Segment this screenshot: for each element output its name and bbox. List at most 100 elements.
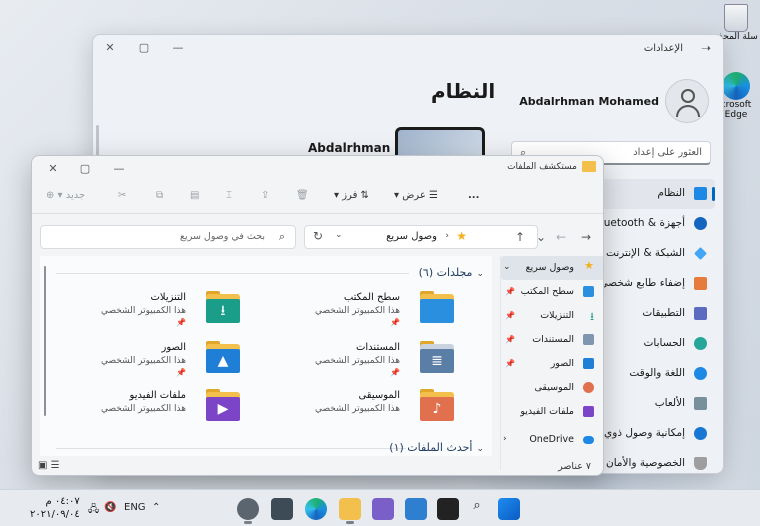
forward-arrow-icon[interactable]: ← xyxy=(556,230,566,244)
music-icon xyxy=(583,382,594,393)
back-arrow-icon[interactable]: → xyxy=(581,230,591,244)
person-icon xyxy=(681,89,695,103)
folder-tile-videos[interactable]: ▶ ملفات الفيديو هذا الكمبيوتر الشخصي xyxy=(50,386,250,428)
minimize-icon[interactable]: — xyxy=(169,40,187,56)
sidebar-item-onedrive[interactable]: › OneDrive xyxy=(501,428,603,452)
view-toggle[interactable]: ▣ ☰ xyxy=(38,460,60,471)
download-icon: ⭳ xyxy=(590,310,594,323)
folders-header-text: مجلدات (٦) xyxy=(418,266,473,279)
folder-tile-downloads[interactable]: ⭳ التنزيلات هذا الكمبيوتر الشخصي 📌 xyxy=(50,288,250,330)
sidebar-item-desktop[interactable]: 📌 سطح المكتب xyxy=(501,280,603,304)
widgets-icon[interactable] xyxy=(405,498,427,520)
picture-icon xyxy=(583,358,594,369)
back-arrow-icon[interactable]: ➝ xyxy=(701,41,711,55)
folder-name: الصور xyxy=(161,342,187,353)
sidebar-item-pictures[interactable]: 📌 الصور xyxy=(501,352,603,376)
pin-icon: 📌 xyxy=(390,318,400,327)
settings-titlebar[interactable]: ✕ ▢ — الإعدادات ➝ xyxy=(93,35,723,61)
folder-tile-documents[interactable]: ≣ المستندات هذا الكمبيوتر الشخصي 📌 xyxy=(264,338,464,380)
folder-tile-music[interactable]: ♪ الموسيقى هذا الكمبيوتر الشخصي xyxy=(264,386,464,428)
paste-icon[interactable]: ▤ xyxy=(190,190,199,201)
person-icon-body xyxy=(676,105,700,117)
store-icon[interactable] xyxy=(271,498,293,520)
recycle-bin-icon xyxy=(724,4,748,32)
system-icon xyxy=(694,187,707,200)
search-icon: ⌕ xyxy=(278,230,285,243)
copy-icon[interactable]: ⧉ xyxy=(156,190,163,201)
sidebar-item-downloads[interactable]: 📌 ⭳ التنزيلات xyxy=(501,304,603,328)
settings-icon[interactable] xyxy=(237,498,259,520)
maximize-icon[interactable]: ▢ xyxy=(135,40,153,56)
chevron-down-icon: ▾ xyxy=(334,190,340,201)
close-icon[interactable]: ✕ xyxy=(44,161,62,177)
content-scrollbar[interactable] xyxy=(44,266,46,416)
folders-section-header[interactable]: مجلدات (٦) ⌄ xyxy=(419,266,484,279)
nav-label: الشبكة & الإنترنت xyxy=(606,247,685,259)
refresh-icon[interactable]: ↻ xyxy=(313,229,323,243)
device-name: Abdalrhman xyxy=(308,141,391,155)
folder-location: هذا الكمبيوتر الشخصي xyxy=(100,356,186,366)
edge-icon[interactable] xyxy=(305,498,327,520)
network-icon[interactable]: 🖧 xyxy=(88,502,99,519)
explorer-content: مجلدات (٦) ⌄ سطح المكتب هذا الكمبيوتر الش… xyxy=(40,256,492,456)
close-icon[interactable]: ✕ xyxy=(101,40,119,56)
more-options-button[interactable]: ... xyxy=(468,190,479,201)
running-indicator xyxy=(346,521,354,524)
taskbar: ٠٤:٠٧ م ٢٠٢١/٠٩/٠٤ 🖧 🔇 ENG ⌃ ⌕ xyxy=(0,489,760,526)
explorer-icon[interactable] xyxy=(339,498,361,520)
file-explorer-window: ✕ ▢ — مستكشف الملفات ⊕ ▾ جديد ✂ ⧉ ▤ ⌶ ⇪ … xyxy=(31,155,604,476)
folder-tile-desktop[interactable]: سطح المكتب هذا الكمبيوتر الشخصي 📌 xyxy=(264,288,464,330)
rename-icon[interactable]: ⌶ xyxy=(226,190,232,201)
nav-label: الحسابات xyxy=(643,337,685,349)
volume-icon[interactable]: 🔇 xyxy=(104,502,116,513)
explorer-titlebar[interactable]: ✕ ▢ — مستكشف الملفات xyxy=(32,156,603,180)
chevron-down-icon[interactable]: ⌄ xyxy=(335,230,343,240)
explorer-sidebar: ⌄ ★ وصول سريع 📌 سطح المكتب 📌 ⭳ التنزيلات 📌 الم… xyxy=(500,256,603,470)
start-icon[interactable] xyxy=(498,498,520,520)
chevron-up-icon[interactable]: ⌃ xyxy=(152,502,160,513)
tiles-view-icon[interactable]: ▣ xyxy=(38,460,47,471)
share-icon[interactable]: ⇪ xyxy=(261,190,269,201)
view-button[interactable]: ▾ عرض ☰ xyxy=(394,190,438,201)
recent-section-header[interactable]: أحدث الملفات (١) ⌄ xyxy=(389,441,484,454)
pin-icon: 📌 xyxy=(505,335,515,344)
minimize-icon[interactable]: — xyxy=(110,161,128,177)
running-indicator xyxy=(244,521,252,524)
desktop-folder-icon xyxy=(420,291,454,325)
globe-clock-icon xyxy=(694,367,707,380)
sidebar-item-music[interactable]: الموسيقى xyxy=(501,376,603,400)
sidebar-label: الموسيقى xyxy=(534,382,574,393)
nav-label: الألعاب xyxy=(654,397,685,409)
user-name: Abdalrhman Mohamed xyxy=(519,95,659,108)
up-arrow-icon[interactable]: ↑ xyxy=(515,230,525,244)
page-title: النظام xyxy=(431,79,496,103)
cut-icon[interactable]: ✂ xyxy=(118,190,126,201)
details-view-icon[interactable]: ☰ xyxy=(51,460,60,471)
nav-label: إمكانية وصول ذوي xyxy=(604,427,685,439)
avatar[interactable] xyxy=(665,79,709,123)
sidebar-item-videos[interactable]: ملفات الفيديو xyxy=(501,400,603,424)
new-button[interactable]: ⊕ ▾ جديد xyxy=(46,190,85,201)
nav-label: اللغة والوقت xyxy=(629,367,685,379)
sidebar-item-documents[interactable]: 📌 المستندات xyxy=(501,328,603,352)
address-bar[interactable]: ↻ ⌄ وصول سريع › ★ xyxy=(304,225,538,249)
clock-date: ٢٠٢١/٠٩/٠٤ xyxy=(30,509,80,520)
explorer-search-input[interactable]: ⌕ بحث في وصول سريع xyxy=(40,225,296,249)
tray-clock[interactable]: ٠٤:٠٧ م ٢٠٢١/٠٩/٠٤ xyxy=(30,495,80,521)
chat-icon[interactable] xyxy=(372,498,394,520)
language-indicator[interactable]: ENG xyxy=(124,502,146,513)
sidebar-item-quick-access[interactable]: ⌄ ★ وصول سريع xyxy=(501,256,603,280)
folder-tile-pictures[interactable]: ▲ الصور هذا الكمبيوتر الشخصي 📌 xyxy=(50,338,250,380)
search-icon[interactable]: ⌕ xyxy=(466,498,488,513)
chevron-down-icon: ▾ xyxy=(394,190,400,201)
recent-chevron-icon[interactable]: ⌄ xyxy=(536,230,546,244)
videos-folder-icon: ▶ xyxy=(206,389,240,423)
accessibility-icon xyxy=(694,427,707,440)
delete-icon[interactable]: 🗑 xyxy=(296,190,309,201)
terminal-icon[interactable] xyxy=(437,498,459,520)
clock-time: ٠٤:٠٧ م xyxy=(45,496,80,507)
sidebar-label: التنزيلات xyxy=(540,310,574,321)
bluetooth-icon xyxy=(694,217,707,230)
maximize-icon[interactable]: ▢ xyxy=(76,161,94,177)
sort-button[interactable]: ▾ فرز ⇅ xyxy=(334,190,369,201)
